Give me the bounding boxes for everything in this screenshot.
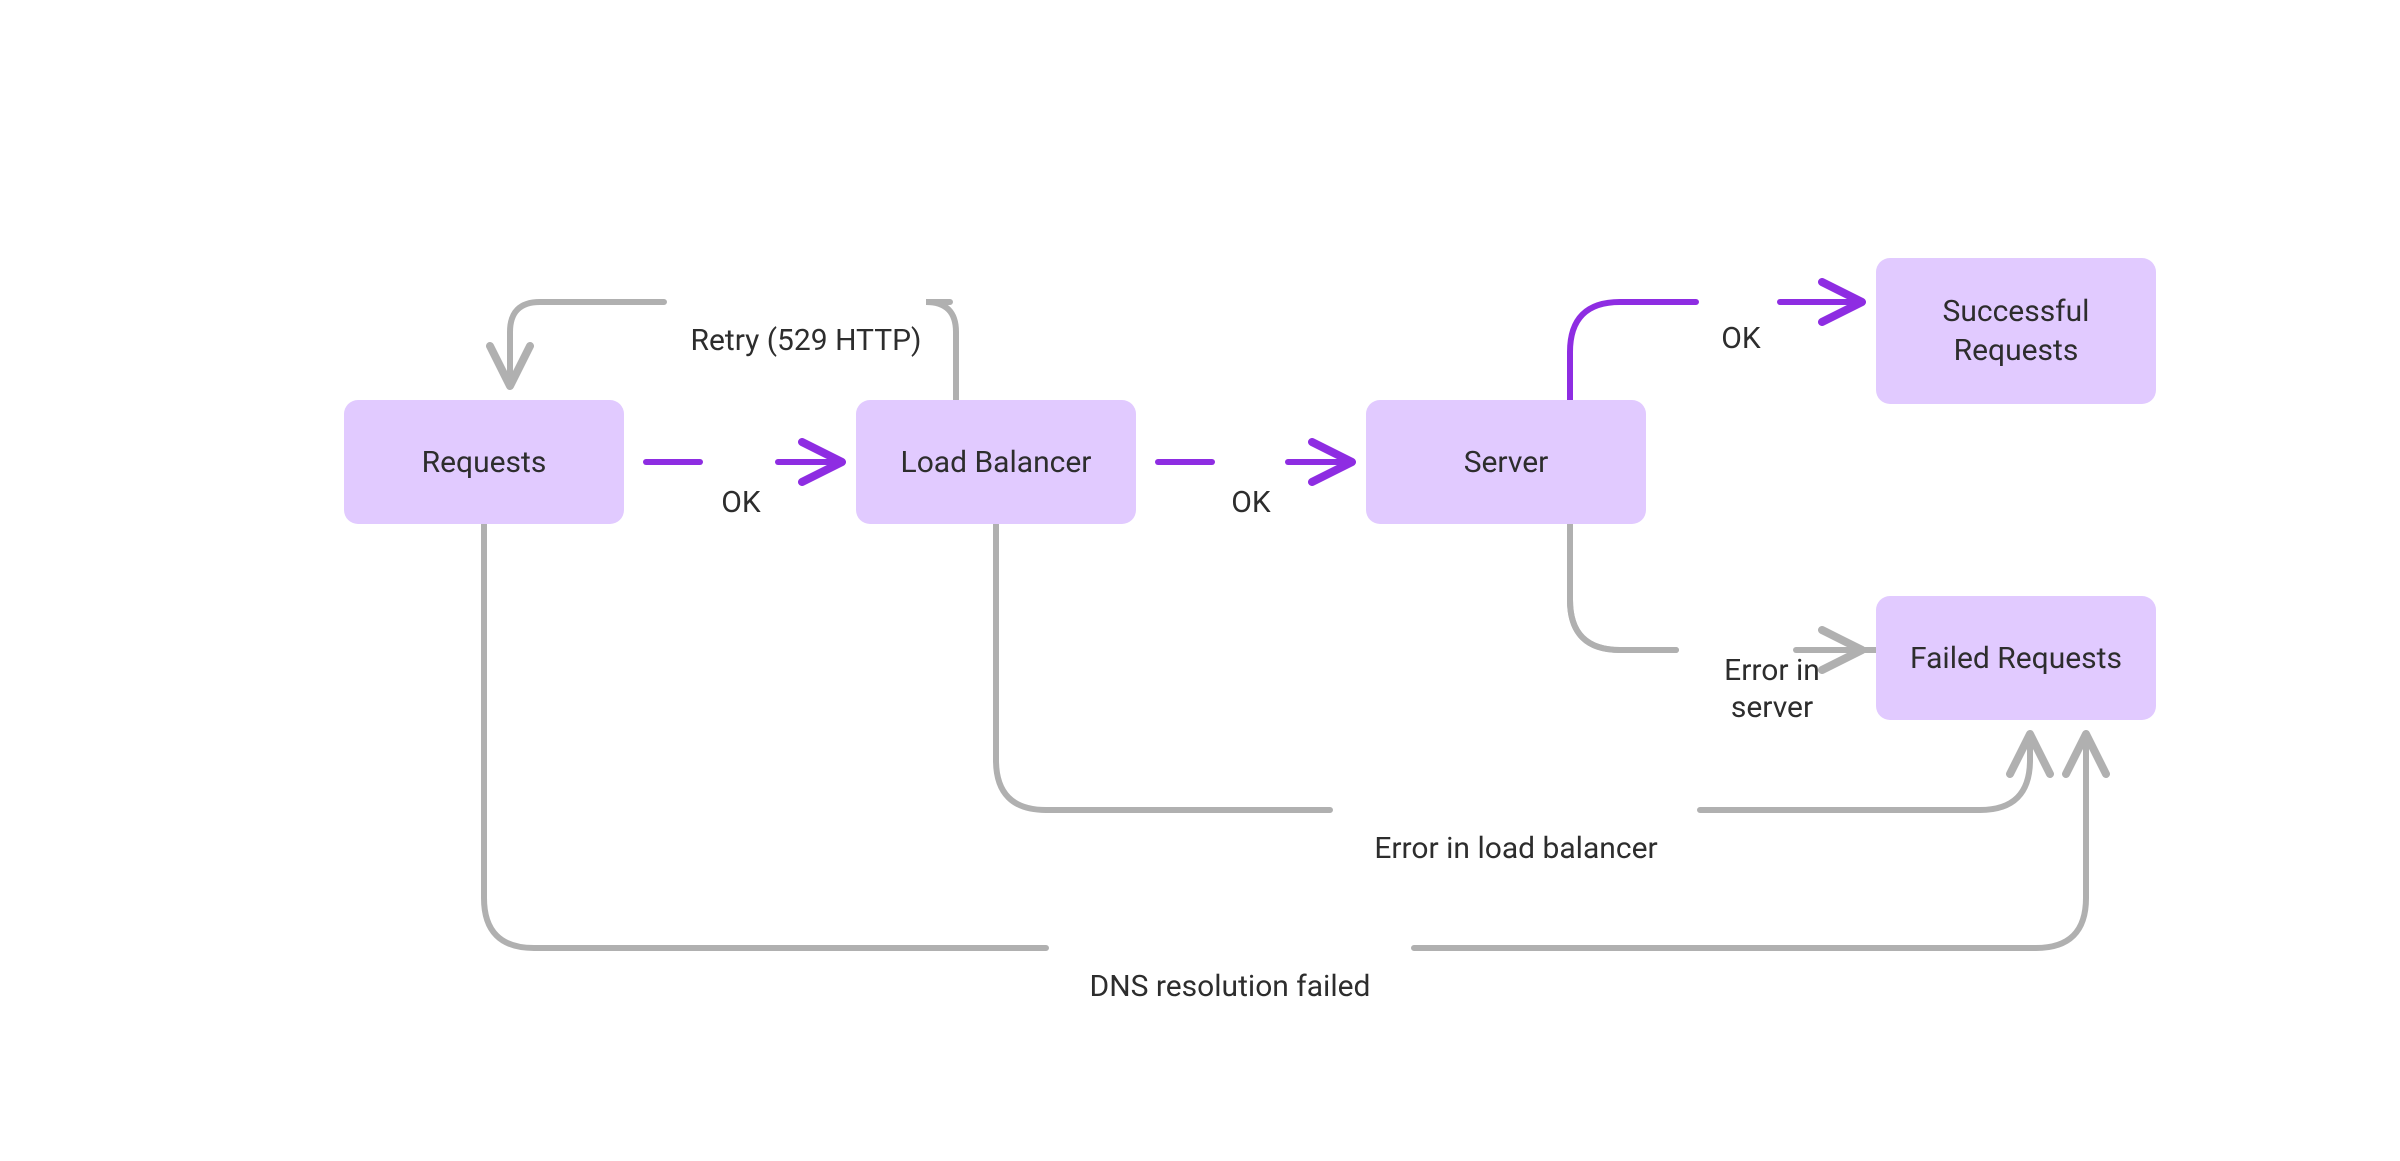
label-ok-2-text: OK xyxy=(1231,485,1270,520)
node-failed-requests-label: Failed Requests xyxy=(1910,639,2122,678)
label-ok-3: OK xyxy=(1718,282,1764,357)
label-error-in-server-text: Error in server xyxy=(1724,653,1820,726)
node-server-label: Server xyxy=(1464,443,1549,482)
node-requests: Requests xyxy=(344,400,624,524)
label-retry: Retry (529 HTTP) xyxy=(676,284,936,359)
label-ok-3-text: OK xyxy=(1721,321,1760,356)
label-error-in-load-balancer-text: Error in load balancer xyxy=(1374,831,1657,866)
label-error-in-load-balancer: Error in load balancer xyxy=(1346,792,1686,867)
node-failed-requests: Failed Requests xyxy=(1876,596,2156,720)
label-retry-text: Retry (529 HTTP) xyxy=(691,323,922,358)
node-load-balancer-label: Load Balancer xyxy=(901,443,1092,482)
label-ok-1-text: OK xyxy=(721,485,760,520)
node-successful-requests: Successful Requests xyxy=(1876,258,2156,404)
edge-dns-failed xyxy=(484,524,2086,948)
node-load-balancer: Load Balancer xyxy=(856,400,1136,524)
label-ok-2: OK xyxy=(1228,446,1274,521)
label-dns-resolution-failed-text: DNS resolution failed xyxy=(1090,969,1371,1004)
edge-server-to-success xyxy=(1570,302,1854,400)
label-ok-1: OK xyxy=(718,446,764,521)
node-requests-label: Requests xyxy=(422,443,547,482)
node-server: Server xyxy=(1366,400,1646,524)
label-error-in-server: Error in server xyxy=(1692,614,1852,727)
label-dns-resolution-failed: DNS resolution failed xyxy=(1060,930,1400,1005)
node-successful-requests-label: Successful Requests xyxy=(1884,292,2148,370)
edge-balancer-error xyxy=(996,524,2030,810)
diagram-canvas: Requests Load Balancer Server Successful… xyxy=(0,0,2400,1161)
